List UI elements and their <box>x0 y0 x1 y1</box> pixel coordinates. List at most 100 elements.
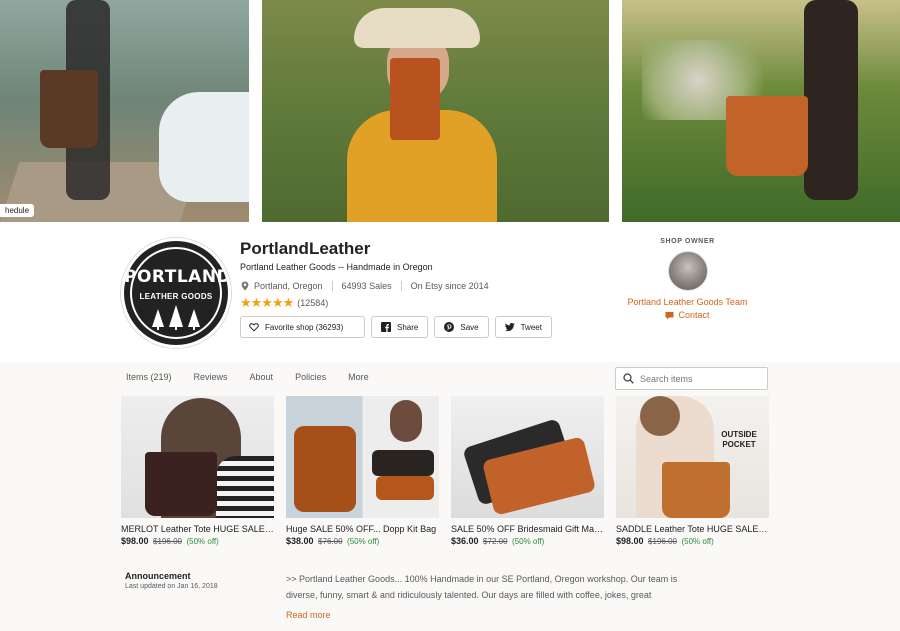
listing-title[interactable]: Huge SALE 50% OFF... Dopp Kit Bag <box>286 524 439 534</box>
message-icon <box>665 311 674 319</box>
announcement-updated: Last updated on Jan 16, 2018 <box>125 583 218 590</box>
contact-label: Contact <box>678 310 710 320</box>
favorite-shop-label: Favorite shop (36293) <box>265 322 344 332</box>
price-original: $196.00 <box>648 537 677 546</box>
shop-logo[interactable]: PORTLAND LEATHER GOODS <box>121 238 231 348</box>
price-current: $38.00 <box>286 536 314 546</box>
listing-grid: MERLOT Leather Tote HUGE SALE 50% OFF $9… <box>121 396 771 546</box>
price-original: $76.00 <box>318 537 343 546</box>
search-box[interactable] <box>615 367 768 390</box>
listing-title[interactable]: SALE 50% OFF Bridesmaid Gift Makeup Bag <box>451 524 604 534</box>
tab-reviews[interactable]: Reviews <box>194 372 228 382</box>
listing-card[interactable]: OUTSIDE POCKET SADDLE Leather Tote HUGE … <box>616 396 769 546</box>
tote-shape <box>662 462 730 518</box>
price-discount: (50% off) <box>681 537 714 546</box>
listing-image[interactable] <box>121 396 274 518</box>
tab-about[interactable]: About <box>250 372 274 382</box>
listing-card[interactable]: Huge SALE 50% OFF... Dopp Kit Bag $38.00… <box>286 396 439 546</box>
tab-more[interactable]: More <box>348 372 369 382</box>
price-current: $36.00 <box>451 536 479 546</box>
shop-main: Items (219) Reviews About Policies More … <box>0 362 900 631</box>
listing-image[interactable] <box>286 396 439 518</box>
listing-image[interactable]: OUTSIDE POCKET <box>616 396 769 518</box>
shop-since: On Etsy since 2014 <box>410 281 489 291</box>
listing-card[interactable]: MERLOT Leather Tote HUGE SALE 50% OFF $9… <box>121 396 274 546</box>
shop-tagline: Portland Leather Goods -- Handmade in Or… <box>240 262 433 272</box>
person-shape <box>804 0 858 200</box>
shop-owner-heading: SHOP OWNER <box>660 238 715 245</box>
hero-image-dock-tote: hedule <box>0 0 249 222</box>
owner-avatar[interactable] <box>667 251 708 291</box>
dopp-kit-shape <box>294 426 356 512</box>
listing-price: $98.00 $196.00 (50% off) <box>616 536 769 546</box>
tweet-label: Tweet <box>520 322 542 332</box>
price-discount: (50% off) <box>186 537 219 546</box>
dopp-kit-shape <box>376 476 434 500</box>
price-current: $98.00 <box>121 536 149 546</box>
share-button[interactable]: Share <box>371 316 429 338</box>
tweet-button[interactable]: Tweet <box>494 316 552 338</box>
heart-icon <box>249 323 259 332</box>
share-label: Share <box>397 322 419 332</box>
price-discount: (50% off) <box>512 537 545 546</box>
tote-shape <box>40 70 98 148</box>
shop-actions: Favorite shop (36293) Share Save Tweet <box>240 316 558 338</box>
review-count: (12584) <box>297 298 329 308</box>
outside-pocket-label: OUTSIDE POCKET <box>721 430 757 449</box>
announcement-body: >> Portland Leather Goods... 100% Handma… <box>286 574 678 600</box>
shop-sales[interactable]: 64993 Sales <box>342 281 392 291</box>
tote-shape <box>145 452 217 516</box>
listing-price: $36.00 $72.00 (50% off) <box>451 536 604 546</box>
listing-card[interactable]: SALE 50% OFF Bridesmaid Gift Makeup Bag … <box>451 396 604 546</box>
price-current: $98.00 <box>616 536 644 546</box>
hair-shape <box>640 396 680 436</box>
wallet-shape <box>390 58 440 140</box>
save-label: Save <box>460 322 479 332</box>
pinterest-icon <box>444 322 455 332</box>
listing-title[interactable]: MERLOT Leather Tote HUGE SALE 50% OFF <box>121 524 274 534</box>
tote-shape <box>726 96 808 176</box>
hat-shape <box>354 8 480 48</box>
listing-image[interactable] <box>451 396 604 518</box>
schedule-label[interactable]: hedule <box>0 204 35 217</box>
listing-title[interactable]: SADDLE Leather Tote HUGE SALE 50% OFF <box>616 524 769 534</box>
listing-price: $38.00 $76.00 (50% off) <box>286 536 439 546</box>
save-button[interactable]: Save <box>434 316 489 338</box>
price-original: $72.00 <box>483 537 508 546</box>
location-pin-icon <box>241 281 249 291</box>
search-input[interactable] <box>640 373 750 384</box>
owner-name-link[interactable]: Portland Leather Goods Team <box>610 297 765 307</box>
tab-policies[interactable]: Policies <box>295 372 326 382</box>
facebook-icon <box>381 322 391 332</box>
hero-image-flowers-tote <box>622 0 900 222</box>
contact-link[interactable]: Contact <box>610 310 765 320</box>
trees-icon <box>152 305 200 330</box>
shop-location: Portland, Oregon <box>254 281 323 291</box>
twitter-icon <box>504 323 515 331</box>
hero-image-woman-wallet <box>262 0 609 222</box>
shop-tabs: Items (219) Reviews About Policies More <box>126 372 391 382</box>
shop-meta: Portland, Oregon 64993 Sales On Etsy sin… <box>240 281 489 291</box>
divider <box>331 281 333 291</box>
striped-shirt-shape <box>216 456 274 518</box>
announcement-title: Announcement <box>125 571 191 581</box>
divider <box>400 281 402 291</box>
search-icon <box>623 373 634 384</box>
price-discount: (50% off) <box>347 537 380 546</box>
dopp-kit-shape <box>372 450 434 476</box>
read-more-link[interactable]: Read more <box>286 610 331 620</box>
logo-text-line1: PORTLAND <box>124 267 231 287</box>
star-rating-icon: ★★★★★ <box>240 295 294 310</box>
hero-banner: hedule <box>0 0 900 222</box>
shop-name: PortlandLeather <box>240 239 371 258</box>
shop-rating[interactable]: ★★★★★ (12584) <box>240 295 328 311</box>
listing-price: $98.00 $196.00 (50% off) <box>121 536 274 546</box>
price-original: $196.00 <box>153 537 182 546</box>
shop-owner-panel: SHOP OWNER Portland Leather Goods Team C… <box>610 238 765 320</box>
boat-shape <box>159 92 249 202</box>
model-shape <box>390 400 422 442</box>
favorite-shop-button[interactable]: Favorite shop (36293) <box>240 316 365 338</box>
tab-items[interactable]: Items (219) <box>126 372 172 382</box>
shop-header: PORTLAND LEATHER GOODS PortlandLeather P… <box>0 222 900 362</box>
logo-text-line2: LEATHER GOODS <box>139 292 213 301</box>
